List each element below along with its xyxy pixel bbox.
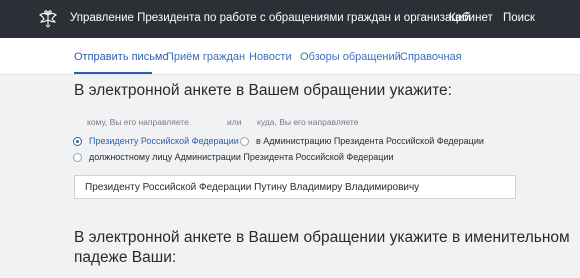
section-heading-2-line1: В электронной анкете в Вашем обращении у… [74,229,570,246]
radio-label: Президенту Российской Федерации [89,136,239,146]
site-title[interactable]: Управление Президента по работе с обраще… [70,12,471,24]
nav-item-send-letter[interactable]: Отправить письмо [74,51,169,63]
nav-item-reviews[interactable]: Обзоры обращений [300,51,401,63]
nav-item-reference[interactable]: Справочная [400,51,462,63]
addressee-field[interactable] [74,175,516,199]
radio-label: в Администрацию Президента Российской Фе… [256,136,484,146]
radio-option-official[interactable]: должностному лицу Администрации Президен… [73,152,394,162]
site-header: Управление Президента по работе с обраще… [0,0,580,38]
emblem-icon[interactable] [38,9,58,29]
radio-label: должностному лицу Администрации Президен… [89,152,394,162]
radio-button[interactable] [73,152,82,162]
section-heading-2-line2: падеже Ваши: [74,249,177,266]
nav-item-news[interactable]: Новости [249,51,292,63]
hint-where: куда, Вы его направляете [257,117,359,127]
radio-option-administration[interactable]: в Администрацию Президента Российской Фе… [240,136,484,146]
main-nav: Отправить письмо Приём граждан Новости О… [0,38,580,75]
hint-to-whom: кому, Вы его направляете [87,117,189,127]
radio-button[interactable] [240,136,249,146]
search-link[interactable]: Поиск [503,12,535,24]
hint-or: или [227,117,242,127]
active-tab-indicator [74,72,152,74]
section-heading: В электронной анкете в Вашем обращении у… [74,82,452,99]
cabinet-link[interactable]: Кабинет [449,12,493,24]
radio-option-president[interactable]: Президенту Российской Федерации [73,136,239,146]
nav-item-reception[interactable]: Приём граждан [166,51,245,63]
radio-button[interactable] [73,136,82,146]
